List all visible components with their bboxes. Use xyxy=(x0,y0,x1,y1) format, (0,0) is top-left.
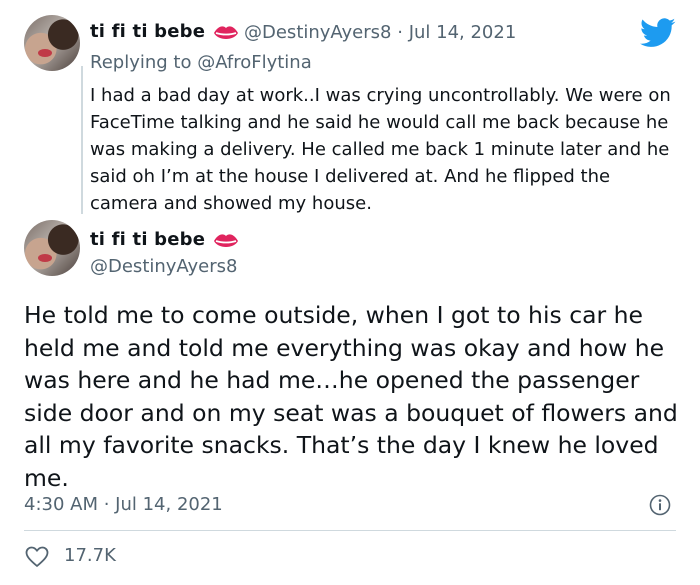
reply-tweet-text: I had a bad day at work..I was crying un… xyxy=(90,85,671,214)
avatar-detail xyxy=(38,254,52,262)
handle[interactable]: @DestinyAyers8 xyxy=(244,22,391,43)
twitter-bird-icon[interactable] xyxy=(640,18,676,48)
divider xyxy=(24,530,676,531)
lips-icon xyxy=(214,26,238,39)
tweet-meta: @DestinyAyers8 · Jul 14, 2021 xyxy=(244,22,516,43)
info-icon[interactable] xyxy=(649,494,671,516)
replying-to-mention[interactable]: @AfroFlytina xyxy=(197,52,312,73)
meta-separator: · xyxy=(397,22,403,43)
like-count[interactable]: 17.7K xyxy=(64,545,116,566)
tweet-date[interactable]: Jul 14, 2021 xyxy=(409,22,517,43)
display-name[interactable]: ti fi ti bebe xyxy=(90,21,205,42)
tweet-timestamp[interactable]: 4:30 AM · Jul 14, 2021 xyxy=(24,494,223,515)
replying-to-line: Replying to @AfroFlytina xyxy=(90,52,312,73)
main-tweet-text: He told me to come outside, when I got t… xyxy=(24,301,678,492)
handle[interactable]: @DestinyAyers8 xyxy=(90,256,237,277)
thread-connector-line xyxy=(81,66,83,214)
lips-icon xyxy=(214,234,238,247)
display-name[interactable]: ti fi ti bebe xyxy=(90,229,205,250)
replying-prefix: Replying to xyxy=(90,52,192,73)
avatar[interactable] xyxy=(24,15,80,71)
avatar[interactable] xyxy=(24,220,80,276)
avatar-detail xyxy=(38,49,52,57)
heart-icon[interactable] xyxy=(25,546,49,568)
